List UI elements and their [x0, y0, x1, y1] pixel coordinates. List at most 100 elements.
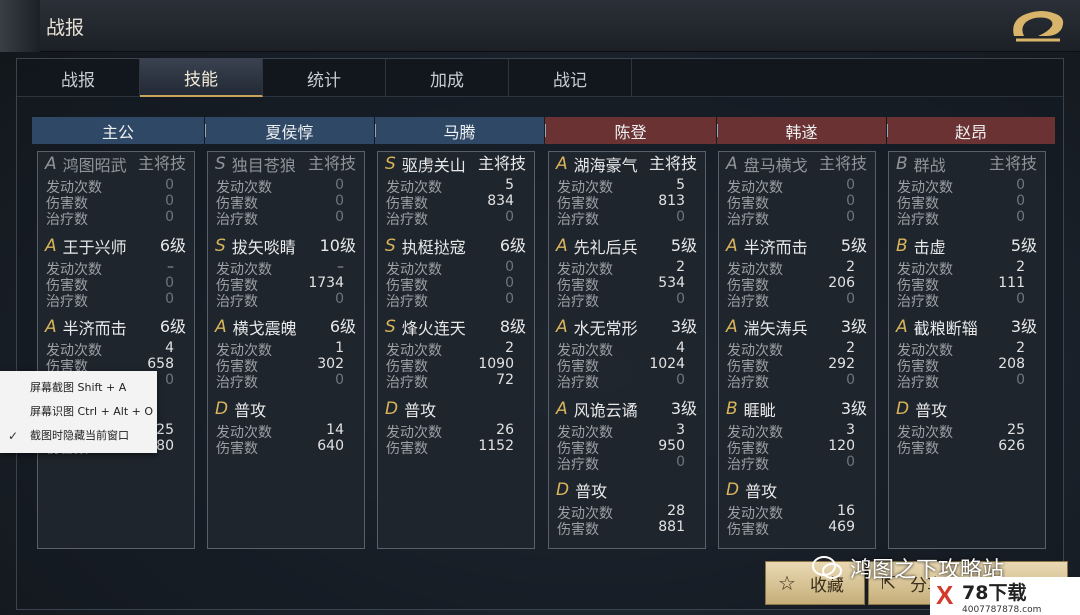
stat-value: 0: [846, 209, 855, 225]
stat-value: 0: [1016, 209, 1025, 225]
badge-url: 4007787878.com: [962, 605, 1041, 615]
skill-block: D 普攻 发动次数 14 伤害数 640: [208, 398, 364, 478]
stat-value: 206: [828, 274, 855, 291]
general-header-2: 马腾: [375, 117, 544, 144]
skill-block: A 鸿图昭武 主将技 发动次数 0 伤害数 0 治疗数 0: [38, 153, 194, 233]
stat-row-damage: 伤害数 1734: [216, 275, 344, 294]
menu-item-image-recognition[interactable]: 屏幕识图 Ctrl + Alt + O: [30, 403, 153, 421]
skill-name: 先礼后兵: [573, 237, 638, 257]
stat-row-damage: 伤害数 469: [727, 519, 855, 538]
skill-block: A 半济而击 5级 发动次数 2 伤害数 206 治疗数 0: [719, 235, 875, 315]
menu-item-screenshot[interactable]: 屏幕截图 Shift + A: [30, 379, 126, 397]
stat-row-trigger: 发动次数 4: [46, 340, 174, 359]
header-separator: [205, 124, 206, 137]
skill-block: A 风诡云谲 3级 发动次数 3 伤害数 950 治疗数 0: [549, 398, 705, 478]
stat-value: 292: [828, 356, 855, 372]
stat-value: 0: [676, 290, 685, 307]
stat-value: 0: [846, 290, 855, 307]
stat-value: 0: [1016, 290, 1025, 307]
stat-row-damage: 伤害数 111: [897, 275, 1025, 294]
title-bar: 战报: [0, 0, 1080, 52]
skill-grade: A: [45, 317, 57, 337]
skill-level: 6级: [329, 317, 356, 336]
stat-value: 0: [165, 177, 174, 193]
tab-0[interactable]: 战报: [17, 59, 140, 97]
stat-value: 2: [505, 340, 514, 356]
skill-name: 水无常形: [573, 319, 638, 338]
skill-level: 8级: [499, 317, 526, 336]
stat-row-trigger: 发动次数 2: [727, 259, 855, 278]
skill-name-row: B 群战: [896, 153, 946, 175]
stat-value: 0: [335, 193, 344, 209]
stat-row-damage: 伤害数 120: [727, 438, 855, 457]
stat-value: –: [167, 258, 174, 275]
tab-3[interactable]: 加成: [386, 59, 509, 97]
stat-row-damage: 伤害数 1024: [557, 356, 685, 375]
stat-value: 950: [658, 437, 685, 454]
skill-block: A 湖海豪气 主将技 发动次数 5 伤害数 813 治疗数 0: [549, 153, 705, 233]
stat-value: 0: [165, 290, 174, 307]
skill-grade: A: [556, 154, 568, 174]
stat-row-heal: 治疗数0: [216, 209, 344, 228]
stat-row-damage: 伤害数 640: [216, 438, 344, 457]
skill-level: 主将技: [988, 154, 1037, 173]
stat-row-heal: 治疗数0: [557, 453, 685, 473]
skill-block: B 群战 主将技 发动次数 0 伤害数 0 治疗数 0: [889, 153, 1045, 233]
skill-name: 群战: [913, 156, 946, 175]
stat-row-damage: 伤害数 1090: [386, 356, 514, 375]
stat-row-heal: 治疗数0: [216, 291, 344, 310]
stat-value: 0: [505, 274, 514, 291]
tab-1[interactable]: 技能: [140, 59, 263, 97]
stat-row-damage: 伤害数 206: [727, 274, 855, 294]
skill-name-row: A 先礼后兵: [556, 235, 638, 257]
stat-row-trigger: 发动次数 0: [386, 259, 514, 278]
skill-name-row: B 睚眦: [726, 398, 776, 420]
skill-grade: A: [45, 235, 57, 256]
skill-grade: B: [896, 154, 908, 174]
skill-name-row: A 半济而击: [726, 235, 808, 257]
stat-value: 4: [165, 340, 174, 356]
stat-value: 3: [846, 421, 855, 438]
skill-grade: A: [45, 154, 57, 174]
skill-name-row: A 湖海豪气: [556, 153, 638, 175]
skill-name-row: S 独目苍狼: [215, 153, 296, 175]
stat-value: 0: [676, 453, 685, 470]
skill-name: 普攻: [404, 400, 437, 420]
stat-row-trigger: 发动次数 26: [386, 422, 514, 441]
general-header-3: 陈登: [545, 117, 716, 144]
stat-value: 0: [335, 209, 344, 225]
skill-name-row: D 普攻: [726, 479, 777, 501]
skill-name: 王于兴师: [62, 237, 127, 257]
stat-row-damage: 伤害数 0: [46, 275, 174, 294]
skill-level: 10级: [319, 235, 356, 255]
stat-value: 469: [828, 519, 855, 535]
stat-value: 534: [658, 274, 685, 291]
skill-name: 盘马横戈: [743, 156, 808, 175]
stat-value: 0: [1016, 193, 1025, 209]
stat-row-trigger: 发动次数 0: [46, 177, 174, 196]
skill-grade: B: [896, 235, 908, 256]
tab-4[interactable]: 战记: [509, 59, 632, 97]
badge-brand: 78下载: [962, 581, 1026, 604]
general-header-0: 主公: [32, 117, 204, 144]
menu-item-hide-window[interactable]: 截图时隐藏当前窗口: [30, 427, 129, 445]
title-decoration: [0, 0, 40, 52]
skill-grade: A: [556, 235, 568, 256]
close-dragon-icon[interactable]: [1008, 6, 1070, 46]
stat-value: 2: [1016, 340, 1025, 356]
skill-name-row: S 烽火连天: [385, 316, 466, 338]
context-menu: 屏幕截图 Shift + A 屏幕识图 Ctrl + Alt + O ✓ 截图时…: [0, 371, 157, 453]
skill-block: S 独目苍狼 主将技 发动次数 0 伤害数 0 治疗数 0: [208, 153, 364, 233]
stat-row-heal: 治疗数0: [557, 290, 685, 310]
stat-row-heal: 治疗数0: [727, 454, 855, 473]
general-header-4: 韩遂: [717, 117, 886, 144]
skill-name-row: S 拔矢啖睛: [215, 235, 296, 257]
skill-level: 6级: [499, 235, 526, 255]
stat-row-trigger: 发动次数 4: [557, 340, 685, 359]
skill-name: 湍矢涛兵: [743, 319, 808, 338]
stat-row-heal: 治疗数0: [557, 372, 685, 391]
skill-name: 半济而击: [62, 319, 127, 338]
skill-name-row: S 执梃挞寇: [385, 235, 466, 257]
stat-value: 0: [1016, 177, 1025, 193]
tab-2[interactable]: 统计: [263, 59, 386, 97]
